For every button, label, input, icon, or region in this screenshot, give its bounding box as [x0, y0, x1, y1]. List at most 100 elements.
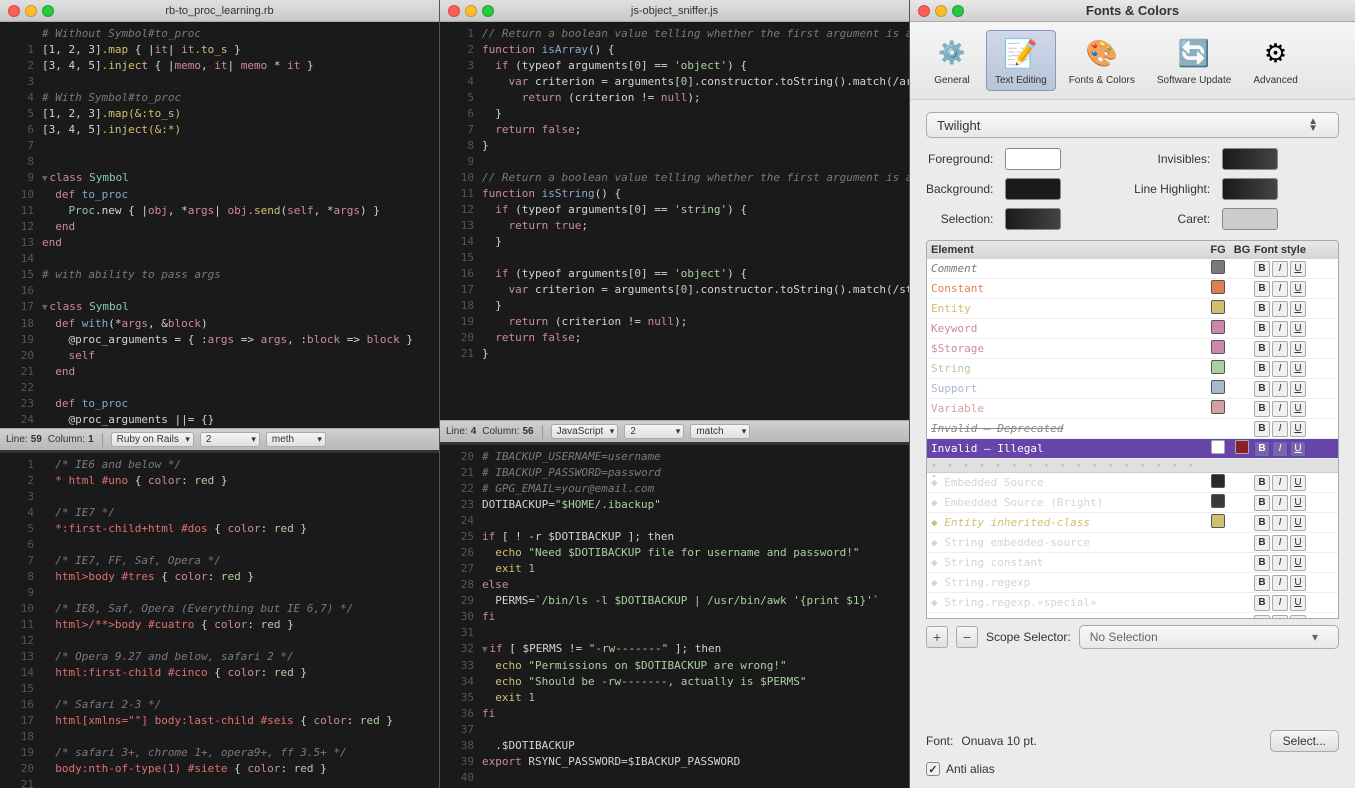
bold-btn-srs[interactable]: B — [1254, 595, 1270, 611]
elem-fg-emb-src[interactable] — [1206, 474, 1230, 491]
underline-btn-es[interactable]: U — [1290, 475, 1306, 491]
italic-btn[interactable]: I — [1272, 261, 1288, 277]
italic-btn-ii[interactable]: I — [1272, 441, 1288, 457]
elem-fg-constant[interactable] — [1206, 280, 1230, 297]
underline-btn-esb[interactable]: U — [1290, 495, 1306, 511]
italic-btn-sc[interactable]: I — [1272, 555, 1288, 571]
js-close-btn[interactable] — [448, 5, 460, 17]
js-minimize-btn[interactable] — [465, 5, 477, 17]
italic-btn-se[interactable]: I — [1272, 535, 1288, 551]
background-swatch[interactable] — [1005, 178, 1061, 200]
js-code-area[interactable]: 1// Return a boolean value telling wheth… — [440, 22, 909, 420]
select-font-btn[interactable]: Select... — [1270, 730, 1339, 752]
italic-btn-id[interactable]: I — [1272, 421, 1288, 437]
bold-btn-es[interactable]: B — [1254, 475, 1270, 491]
underline-btn-sc[interactable]: U — [1290, 555, 1306, 571]
italic-btn-e[interactable]: I — [1272, 301, 1288, 317]
italic-btn-esb[interactable]: I — [1272, 495, 1288, 511]
underline-btn-srs[interactable]: U — [1290, 595, 1306, 611]
underline-btn-ei[interactable]: U — [1290, 515, 1306, 531]
bold-btn-k[interactable]: B — [1254, 321, 1270, 337]
css-code-area[interactable]: 1 /* IE6 and below */ 2 * html #uno { co… — [0, 453, 439, 788]
elem-row-invalid-illegal[interactable]: Invalid – Illegal B I U — [927, 439, 1338, 459]
bold-btn-id[interactable]: B — [1254, 421, 1270, 437]
fc-zoom-btn[interactable] — [952, 5, 964, 17]
elem-row-support[interactable]: Support B I U — [927, 379, 1338, 399]
elem-fg-storage[interactable] — [1206, 340, 1230, 357]
underline-btn-e[interactable]: U — [1290, 301, 1306, 317]
elem-row-constant[interactable]: Constant B I U — [927, 279, 1338, 299]
general-tool-btn[interactable]: ⚙️ General — [922, 30, 982, 91]
js-match-dropdown[interactable]: match — [690, 424, 750, 439]
bold-btn-c[interactable]: B — [1254, 281, 1270, 297]
software-update-tool-btn[interactable]: 🔄 Software Update — [1148, 30, 1241, 91]
elem-row-str-emb-src[interactable]: ◆ String embedded-source B I U — [927, 533, 1338, 553]
italic-btn-var[interactable]: I — [1272, 401, 1288, 417]
add-element-btn[interactable]: + — [926, 626, 948, 648]
elem-row-comment[interactable]: Comment B I U — [927, 259, 1338, 279]
line-highlight-swatch[interactable] — [1222, 178, 1278, 200]
elem-row-str-regexp-special[interactable]: ◆ String.regexp.«special» B I U — [927, 593, 1338, 613]
fonts-colors-tool-btn[interactable]: 🎨 Fonts & Colors — [1060, 30, 1144, 91]
elem-row-keyword[interactable]: Keyword B I U — [927, 319, 1338, 339]
italic-btn-ei[interactable]: I — [1272, 515, 1288, 531]
bold-btn-se[interactable]: B — [1254, 535, 1270, 551]
underline-btn-se[interactable]: U — [1290, 535, 1306, 551]
ruby-extra-dropdown[interactable]: meth — [266, 432, 326, 447]
elem-row-entity-inherited[interactable]: ◆ Entity inherited-class B I U — [927, 513, 1338, 533]
shell-code-area[interactable]: 20# IBACKUP_USERNAME=username 21# IBACKU… — [440, 445, 909, 788]
invisibles-swatch[interactable] — [1222, 148, 1278, 170]
underline-btn-sup[interactable]: U — [1290, 381, 1306, 397]
ruby-lang-dropdown[interactable]: Ruby on Rails — [111, 432, 194, 447]
underline-btn-var[interactable]: U — [1290, 401, 1306, 417]
italic-btn-c[interactable]: I — [1272, 281, 1288, 297]
italic-btn-es[interactable]: I — [1272, 475, 1288, 491]
bold-btn-ei[interactable]: B — [1254, 515, 1270, 531]
elem-fg-support[interactable] — [1206, 380, 1230, 397]
bold-btn-str[interactable]: B — [1254, 361, 1270, 377]
minimize-btn[interactable] — [25, 5, 37, 17]
bold-btn-var[interactable]: B — [1254, 401, 1270, 417]
scope-selector-dropdown[interactable]: No Selection ▾ — [1079, 625, 1339, 649]
bold-btn-sup[interactable]: B — [1254, 381, 1270, 397]
bold-btn-ii[interactable]: B — [1254, 441, 1270, 457]
ruby-tabs-dropdown[interactable]: 2 — [200, 432, 260, 447]
italic-btn-s[interactable]: I — [1272, 341, 1288, 357]
elem-fg-emb-src-b[interactable] — [1206, 494, 1230, 511]
elem-row-invalid-deprecated[interactable]: Invalid – Deprecated B I U — [927, 419, 1338, 439]
bold-btn-esb[interactable]: B — [1254, 495, 1270, 511]
elem-row-str-regexp[interactable]: ◆ String.regexp B I U — [927, 573, 1338, 593]
bold-btn-e[interactable]: B — [1254, 301, 1270, 317]
bold-btn[interactable]: B — [1254, 261, 1270, 277]
js-tabs-dropdown[interactable]: 2 — [624, 424, 684, 439]
italic-btn-sup[interactable]: I — [1272, 381, 1288, 397]
elem-bg-invalid-ill[interactable] — [1230, 440, 1254, 457]
italic-btn-k[interactable]: I — [1272, 321, 1288, 337]
fc-minimize-btn[interactable] — [935, 5, 947, 17]
bold-btn-sc[interactable]: B — [1254, 555, 1270, 571]
elem-row-storage[interactable]: $Storage B I U — [927, 339, 1338, 359]
bold-btn-sr[interactable]: B — [1254, 575, 1270, 591]
elem-fg-entity[interactable] — [1206, 300, 1230, 317]
italic-btn-str[interactable]: I — [1272, 361, 1288, 377]
elem-fg-variable[interactable] — [1206, 400, 1230, 417]
elements-table-body[interactable]: Comment B I U Constant B — [926, 259, 1339, 619]
advanced-tool-btn[interactable]: ⚙ Advanced — [1244, 30, 1306, 91]
elem-fg-invalid-ill[interactable] — [1206, 440, 1230, 457]
selection-swatch[interactable] — [1005, 208, 1061, 230]
italic-btn-sr[interactable]: I — [1272, 575, 1288, 591]
underline-btn-id[interactable]: U — [1290, 421, 1306, 437]
underline-btn-s[interactable]: U — [1290, 341, 1306, 357]
elem-fg-string[interactable] — [1206, 360, 1230, 377]
elem-fg-comment[interactable] — [1206, 260, 1230, 277]
elem-row-variable[interactable]: Variable B I U — [927, 399, 1338, 419]
bold-btn-s[interactable]: B — [1254, 341, 1270, 357]
underline-btn[interactable]: U — [1290, 261, 1306, 277]
js-zoom-btn[interactable] — [482, 5, 494, 17]
elem-row-entity[interactable]: Entity B I U — [927, 299, 1338, 319]
elem-row-string[interactable]: String B I U — [927, 359, 1338, 379]
zoom-btn[interactable] — [42, 5, 54, 17]
underline-btn-k[interactable]: U — [1290, 321, 1306, 337]
underline-btn-sr[interactable]: U — [1290, 575, 1306, 591]
elem-row-embedded-source[interactable]: ◆ Embedded Source B I U — [927, 473, 1338, 493]
